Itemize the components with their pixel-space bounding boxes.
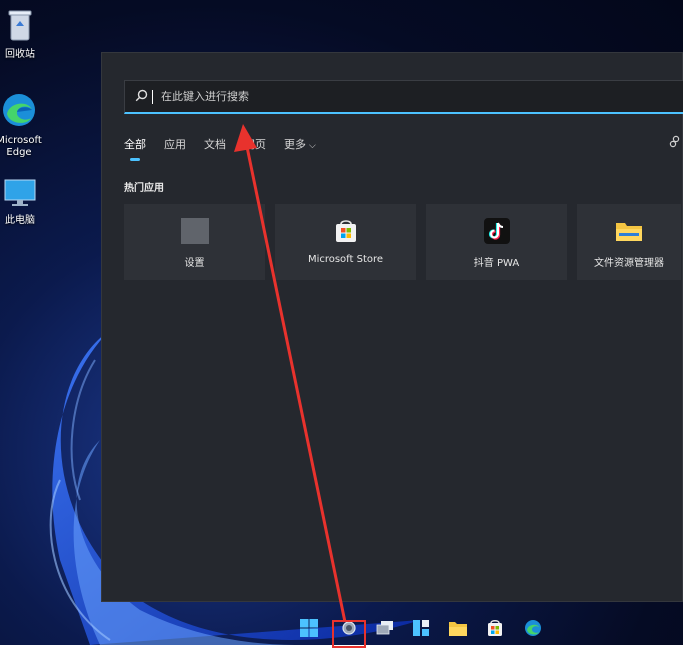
app-tile-label: 抖音 PWA [473, 258, 520, 269]
desktop-icon-edge[interactable]: Microsoft Edge [0, 92, 48, 159]
desktop-icon-label: 此电脑 [5, 215, 35, 226]
app-tile-label: Microsoft Store [307, 254, 384, 265]
desktop-icon-label: Microsoft Edge [0, 135, 42, 158]
store-icon [486, 619, 504, 641]
edge-icon [0, 92, 48, 132]
taskbar-widgets-button[interactable] [410, 619, 432, 641]
search-input[interactable] [159, 89, 663, 104]
taskbar-file-explorer-button[interactable] [447, 619, 469, 641]
app-tile-file-explorer[interactable]: 文件资源管理器 [577, 204, 681, 280]
file-explorer-icon [448, 620, 468, 641]
tiktok-icon [483, 218, 511, 244]
search-panel: 全部 应用 文档 网页 更多⌵ 热门应用 设置 [101, 52, 683, 602]
search-box[interactable] [124, 80, 683, 114]
section-title: 热门应用 [124, 183, 164, 194]
annotation-highlight-box [332, 620, 366, 648]
desktop: 回收站 Microsoft Edge 此电脑 在此键入进行搜索 全部 应用 文档… [0, 0, 683, 645]
recycle-bin-icon [0, 8, 50, 46]
settings-icon [180, 218, 209, 244]
taskbar-start-button[interactable] [298, 619, 320, 641]
edge-icon [524, 619, 542, 641]
text-cursor [152, 89, 153, 104]
tab-all[interactable]: 全部 [124, 136, 146, 161]
folder-icon [615, 218, 643, 244]
start-icon [300, 619, 318, 641]
app-tile-label: 设置 [184, 258, 205, 269]
this-pc-icon [0, 178, 50, 212]
desktop-icon-recycle-bin[interactable]: 回收站 [0, 8, 50, 61]
taskbar-store-button[interactable] [484, 619, 506, 641]
tab-documents[interactable]: 文档 [204, 136, 226, 158]
widgets-icon [412, 619, 430, 641]
app-tile-settings[interactable]: 设置 [124, 204, 265, 280]
top-apps-grid: 设置 Microsoft Store 抖音 PWA 文件资源管理器 [124, 204, 681, 280]
tab-web[interactable]: 网页 [244, 136, 266, 158]
task-view-icon [376, 620, 394, 640]
app-tile-microsoft-store[interactable]: Microsoft Store [275, 204, 416, 280]
tab-apps[interactable]: 应用 [164, 136, 186, 158]
desktop-icon-this-pc[interactable]: 此电脑 [0, 178, 50, 227]
chevron-down-icon: ⌵ [309, 141, 316, 151]
search-icon [135, 87, 148, 106]
desktop-icon-label: 回收站 [5, 49, 35, 60]
tab-more-label: 更多 [284, 138, 306, 151]
app-tile-douyin-pwa[interactable]: 抖音 PWA [426, 204, 567, 280]
app-tile-label: 文件资源管理器 [594, 258, 664, 269]
tab-more[interactable]: 更多 ⌵ [284, 136, 316, 158]
taskbar-task-view-button[interactable] [374, 619, 396, 641]
filter-tabs: 全部 应用 文档 网页 更多 ⌵ [124, 136, 334, 161]
taskbar-edge-button[interactable] [522, 619, 544, 641]
store-icon [332, 218, 360, 244]
account-switch-icon[interactable] [668, 135, 682, 153]
